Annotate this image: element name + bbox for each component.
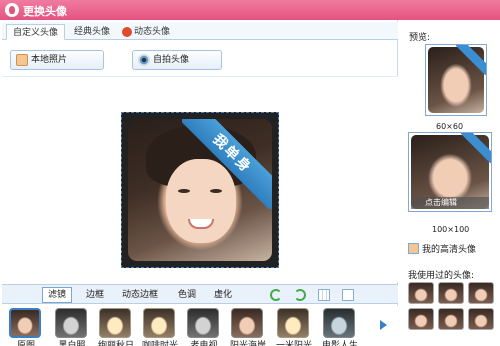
filter-movie[interactable]: 电影人生 xyxy=(320,308,360,346)
tab-tone[interactable]: 色调 xyxy=(172,287,202,303)
filter-old-tv[interactable]: 老电视 xyxy=(184,308,224,346)
filter-strip: 原图 黑白照 绚丽秋日 咖啡时光 老电视 阳光海岸 一米阳光 电影人生 xyxy=(2,306,398,346)
preview-large[interactable]: 点击编辑 xyxy=(408,132,492,212)
preview-small xyxy=(425,44,487,116)
filter-label: 咖啡时光 xyxy=(141,341,178,346)
history-avatar[interactable] xyxy=(438,308,464,330)
scroll-right-icon[interactable] xyxy=(380,320,387,330)
tab-dynamic-avatar-label: 动态头像 xyxy=(134,27,171,37)
filter-label: 电影人生 xyxy=(321,341,358,346)
filter-sunny-coast[interactable]: 阳光海岸 xyxy=(228,308,268,346)
filter-original[interactable]: 原图 xyxy=(6,308,46,346)
window-title: 更换头像 xyxy=(23,5,67,18)
photo-icon xyxy=(16,54,28,66)
filter-label: 老电视 xyxy=(190,341,218,346)
edit-canvas: 我单身 xyxy=(2,76,398,282)
local-photo-button[interactable]: 本地照片 xyxy=(10,50,104,70)
corner-ribbon: 我单身 xyxy=(182,119,272,209)
rotate-left-icon[interactable] xyxy=(270,289,282,301)
filter-label: 黑白照 xyxy=(58,341,86,346)
hd-avatar-link[interactable]: 我的高清头像 xyxy=(408,242,476,255)
tab-border[interactable]: 边框 xyxy=(80,287,110,303)
history-label: 我使用过的头像: xyxy=(408,271,475,281)
filter-autumn[interactable]: 绚丽秋日 xyxy=(96,308,136,346)
history-avatar[interactable] xyxy=(468,282,494,304)
title-bar: 更换头像 xyxy=(0,0,500,20)
rotate-right-icon[interactable] xyxy=(294,289,306,301)
tab-bar: 自定义头像 经典头像 动态头像 xyxy=(2,22,398,40)
tab-custom-avatar[interactable]: 自定义头像 xyxy=(6,24,66,40)
history-avatar[interactable] xyxy=(408,308,434,330)
tab-dynamic-border[interactable]: 动态边框 xyxy=(116,287,164,303)
selfie-label: 自拍头像 xyxy=(153,55,190,65)
webcam-icon xyxy=(138,54,150,66)
filter-label: 原图 xyxy=(16,341,35,346)
preview-label: 预览: xyxy=(409,33,431,43)
editor-panel: 自定义头像 经典头像 动态头像 本地照片 自拍头像 我单身 滤镜 边框 动态边框… xyxy=(2,20,398,346)
mini-ribbon xyxy=(456,45,486,75)
edit-caption[interactable]: 点击编辑 xyxy=(411,197,489,209)
mini-ribbon xyxy=(461,133,491,163)
avatar-photo: 我单身 xyxy=(128,119,272,261)
local-photo-label: 本地照片 xyxy=(31,55,68,65)
crop-frame[interactable]: 我单身 xyxy=(121,112,279,268)
preview-large-size: 100×100 xyxy=(432,225,470,234)
hd-avatar-icon xyxy=(408,243,419,254)
dynamic-avatar-icon xyxy=(122,27,132,37)
preview-small-size: 60×60 xyxy=(436,122,464,131)
filter-black-white[interactable]: 黑白照 xyxy=(52,308,92,346)
history-grid xyxy=(408,282,498,346)
tab-filter[interactable]: 滤镜 xyxy=(42,287,73,303)
tab-blur[interactable]: 虚化 xyxy=(208,287,238,303)
ribbon-text: 我单身 xyxy=(182,119,272,209)
filter-label: 阳光海岸 xyxy=(229,341,266,346)
tab-dynamic-avatar[interactable]: 动态头像 xyxy=(118,24,176,40)
preview-panel: 预览: 60×60 点击编辑 100×100 我的高清头像 我使用过的头像: xyxy=(400,20,500,346)
filter-label: 绚丽秋日 xyxy=(97,341,134,346)
qq-penguin-icon xyxy=(5,3,19,17)
fit-icon[interactable] xyxy=(342,289,354,301)
selfie-button[interactable]: 自拍头像 xyxy=(132,50,222,70)
filter-sunshine[interactable]: 一米阳光 xyxy=(274,308,314,346)
hd-avatar-label: 我的高清头像 xyxy=(422,245,477,255)
history-avatar[interactable] xyxy=(438,282,464,304)
filter-coffee[interactable]: 咖啡时光 xyxy=(140,308,180,346)
filter-label: 一米阳光 xyxy=(275,341,312,346)
tab-classic-avatar[interactable]: 经典头像 xyxy=(68,24,116,40)
grid-icon[interactable] xyxy=(318,289,330,301)
history-avatar[interactable] xyxy=(468,308,494,330)
history-avatar[interactable] xyxy=(408,282,434,304)
effects-toolbar: 滤镜 边框 动态边框 色调 虚化 xyxy=(2,284,398,304)
